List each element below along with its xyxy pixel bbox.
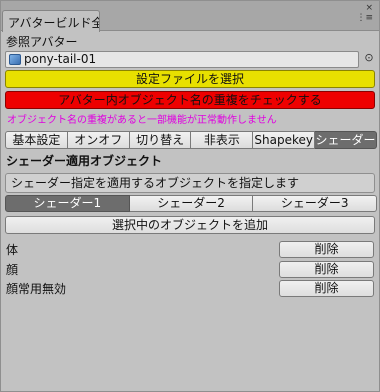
editor-window: アバタービルド全 × ⋮≡ 参照アバター pony-tail-01 ⊙ 設定ファ… — [0, 0, 380, 392]
tab-hide[interactable]: 非表示 — [191, 131, 254, 149]
check-duplicates-button[interactable]: アバター内オブジェクト名の重複をチェックする — [5, 91, 375, 109]
duplicate-warning-text: オブジェクト名の重複があると一部機能が正常動作しません — [7, 115, 277, 126]
delete-button[interactable]: 削除 — [279, 241, 374, 258]
tab-shader-1[interactable]: シェーダー1 — [5, 195, 130, 212]
object-picker-icon[interactable]: ⊙ — [363, 52, 375, 64]
gameobject-icon — [9, 54, 21, 65]
avatar-object-field[interactable]: pony-tail-01 — [5, 51, 359, 68]
object-name: 体 — [6, 243, 19, 257]
tab-shapekey[interactable]: Shapekey — [253, 131, 316, 149]
add-selected-button[interactable]: 選択中のオブジェクトを追加 — [5, 216, 375, 234]
window-tab[interactable]: アバタービルド全 — [2, 10, 100, 32]
avatar-field-label: 参照アバター — [6, 35, 78, 49]
delete-button[interactable]: 削除 — [279, 280, 374, 297]
object-name: 顔 — [6, 263, 19, 277]
close-icon[interactable]: × — [351, 3, 373, 13]
tab-menu-icon[interactable]: × ⋮≡ — [351, 3, 373, 27]
feature-toolbar: 基本設定 オンオフ 切り替え 非表示 Shapekey シェーダー — [5, 131, 377, 149]
help-box: シェーダー指定を適用するオブジェクトを指定します — [5, 173, 375, 193]
delete-button[interactable]: 削除 — [279, 261, 374, 278]
shader-selector: シェーダー1 シェーダー2 シェーダー3 — [5, 195, 378, 212]
tab-switch[interactable]: 切り替え — [129, 131, 192, 149]
select-config-button[interactable]: 設定ファイルを選択 — [5, 70, 375, 88]
tab-basic-settings[interactable]: 基本設定 — [5, 131, 68, 149]
window-tab-bar: アバタービルド全 × ⋮≡ — [1, 1, 379, 32]
tab-shader-2[interactable]: シェーダー2 — [129, 195, 254, 212]
menu-icon[interactable]: ⋮≡ — [351, 13, 373, 23]
tab-on-off[interactable]: オンオフ — [67, 131, 130, 149]
avatar-field-value: pony-tail-01 — [24, 52, 97, 66]
tab-shader-3[interactable]: シェーダー3 — [253, 195, 378, 212]
object-name: 顔常用無効 — [6, 282, 67, 296]
section-title: シェーダー適用オブジェクト — [6, 154, 163, 168]
tab-shader[interactable]: シェーダー — [315, 131, 377, 149]
